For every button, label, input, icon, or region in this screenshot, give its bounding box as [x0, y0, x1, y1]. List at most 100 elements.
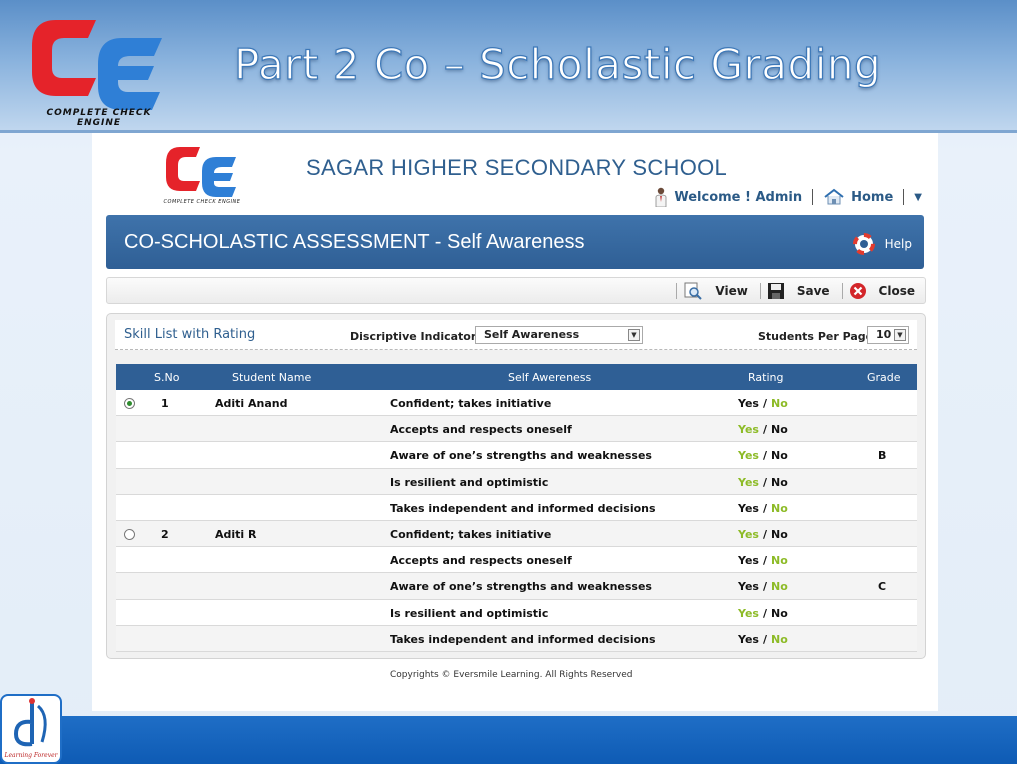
- students-per-page-select[interactable]: 10 ▼: [867, 326, 909, 344]
- indicator-text: Takes independent and informed decisions: [390, 632, 656, 646]
- table-row: Is resilient and optimistic Yes / No: [116, 599, 917, 626]
- indicator-text: Takes independent and informed decisions: [390, 501, 656, 515]
- rating-yes[interactable]: Yes: [738, 633, 759, 646]
- menu-dropdown-caret[interactable]: ▼: [914, 192, 922, 203]
- copyright-text: Copyrights © Eversmile Learning. All Rig…: [390, 670, 633, 680]
- rating-toggle: Yes / No: [738, 607, 788, 620]
- indicators-select[interactable]: Self Awareness ▼: [475, 326, 643, 344]
- rating-separator: /: [762, 606, 767, 620]
- user-icon: [655, 187, 667, 207]
- rating-separator: /: [762, 580, 767, 594]
- home-icon[interactable]: [823, 188, 845, 206]
- rating-toggle: Yes / No: [738, 476, 788, 489]
- close-icon: [849, 282, 866, 299]
- close-label: Close: [878, 283, 915, 298]
- rating-yes[interactable]: Yes: [738, 607, 759, 620]
- rating-separator: /: [762, 554, 767, 568]
- rating-no[interactable]: No: [771, 502, 788, 515]
- rating-no[interactable]: No: [771, 554, 788, 567]
- lifebuoy-icon: [852, 233, 875, 255]
- chevron-down-icon: ▼: [628, 329, 640, 341]
- indicator-text: Is resilient and optimistic: [390, 606, 549, 620]
- save-label: Save: [796, 283, 830, 298]
- nav-divider: [812, 189, 814, 205]
- rating-separator: /: [762, 449, 767, 463]
- rating-yes[interactable]: Yes: [738, 423, 759, 436]
- indicator-text: Aware of one’s strengths and weaknesses: [390, 449, 652, 463]
- rating-yes[interactable]: Yes: [738, 554, 759, 567]
- rating-yes[interactable]: Yes: [738, 502, 759, 515]
- student-name: Aditi Anand: [215, 397, 288, 410]
- table-row: Takes independent and informed decisions…: [116, 494, 917, 521]
- rating-table: S.No Student Name Self Awereness Rating …: [116, 364, 917, 652]
- rating-no[interactable]: No: [771, 449, 788, 462]
- indicator-text: Confident; takes initiative: [390, 527, 552, 541]
- rating-toggle: Yes / No: [738, 554, 788, 567]
- table-row: 1 Aditi Anand Confident; takes initiative Y…: [116, 390, 917, 417]
- rating-no[interactable]: No: [771, 397, 788, 410]
- rating-yes[interactable]: Yes: [738, 476, 759, 489]
- school-name: SAGAR HIGHER SECONDARY SCHOOL: [306, 155, 728, 180]
- action-toolbar: View Save Close: [106, 277, 926, 304]
- rating-toggle: Yes / No: [738, 580, 788, 593]
- welcome-text: Welcome ! Admin: [674, 189, 803, 205]
- rating-no[interactable]: No: [771, 423, 788, 436]
- indicators-label: Discriptive Indicators: [350, 330, 483, 343]
- toolbar-divider: [676, 282, 678, 299]
- save-button[interactable]: Save: [767, 282, 830, 300]
- rating-no[interactable]: No: [771, 528, 788, 541]
- table-row: Aware of one’s strengths and weaknesses Y…: [116, 573, 917, 600]
- rating-yes[interactable]: Yes: [738, 528, 759, 541]
- school-logo-text: COMPLETE CHECK ENGINE: [163, 199, 241, 205]
- skill-list-panel: Skill List with Rating Discriptive Indic…: [106, 313, 926, 659]
- view-button[interactable]: View: [683, 281, 748, 301]
- cce-logo-mark: [32, 20, 162, 110]
- table-row: Accepts and respects oneself Yes / No: [116, 416, 917, 443]
- rating-separator: /: [762, 632, 767, 646]
- col-student-name: Student Name: [232, 371, 312, 384]
- page-header: CO-SCHOLASTIC ASSESSMENT - Self Awarenes…: [106, 215, 924, 269]
- student-sno: 1: [161, 397, 169, 410]
- eversmile-logo: Learning Forever: [0, 694, 62, 764]
- school-logo: COMPLETE CHECK ENGINE: [162, 143, 242, 205]
- indicator-text: Confident; takes initiative: [390, 397, 552, 410]
- rating-no[interactable]: No: [771, 476, 788, 489]
- rating-toggle: Yes / No: [738, 502, 788, 515]
- rating-no[interactable]: No: [771, 580, 788, 593]
- cce-logo-text: COMPLETE CHECK ENGINE: [46, 108, 152, 128]
- indicators-select-value: Self Awareness: [484, 328, 580, 341]
- toolbar-divider: [841, 282, 843, 299]
- rating-no[interactable]: No: [771, 633, 788, 646]
- rating-separator: /: [762, 397, 767, 410]
- chevron-down-icon: ▼: [894, 329, 906, 341]
- page-title: CO-SCHOLASTIC ASSESSMENT - Self Awarenes…: [124, 231, 585, 253]
- toolbar-divider: [759, 282, 761, 299]
- rating-separator: /: [762, 423, 767, 437]
- rating-toggle: Yes / No: [738, 423, 788, 436]
- top-nav: Welcome ! Admin Home ▼: [654, 185, 922, 209]
- close-button[interactable]: Close: [849, 282, 915, 300]
- rating-no[interactable]: No: [771, 607, 788, 620]
- students-per-page-value: 10: [876, 328, 892, 341]
- student-select-radio[interactable]: [124, 528, 135, 540]
- school-logo-mark: [166, 147, 236, 197]
- slide-title: Part 2 Co – Scholastic Grading: [233, 39, 882, 89]
- slide-header-band: COMPLETE CHECK ENGINE Part 2 Co – Schola…: [0, 0, 1017, 133]
- eversmile-logo-caption: Learning Forever: [4, 752, 58, 759]
- indicator-text: Accepts and respects oneself: [390, 423, 572, 437]
- student-select-radio[interactable]: [124, 398, 135, 409]
- rating-toggle: Yes / No: [738, 633, 788, 646]
- home-link[interactable]: Home: [851, 190, 893, 205]
- help-button[interactable]: Help: [852, 233, 912, 255]
- indicator-text: Aware of one’s strengths and weaknesses: [390, 580, 652, 594]
- rating-separator: /: [762, 501, 767, 515]
- rating-separator: /: [762, 527, 767, 541]
- slide-footer-band: [0, 716, 1017, 764]
- students-per-page-label: Students Per Page: [758, 330, 874, 343]
- magnifier-icon: [684, 282, 703, 300]
- skill-list-title: Skill List with Rating: [124, 327, 256, 342]
- rating-yes[interactable]: Yes: [738, 449, 759, 462]
- col-rating: Rating: [748, 371, 784, 384]
- rating-yes[interactable]: Yes: [738, 397, 759, 410]
- rating-yes[interactable]: Yes: [738, 580, 759, 593]
